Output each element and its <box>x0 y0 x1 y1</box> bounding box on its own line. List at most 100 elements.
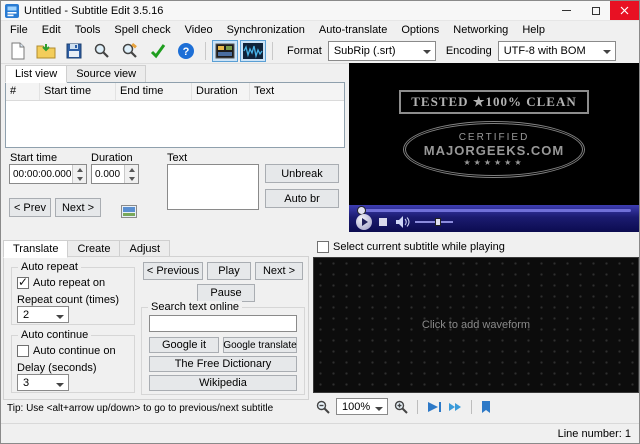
text-label: Text <box>167 152 188 164</box>
repeat-count-combobox[interactable]: 2 <box>17 306 69 323</box>
minimize-button[interactable] <box>552 1 581 20</box>
save-icon <box>66 43 82 59</box>
video-view-icon <box>215 43 235 59</box>
subtitle-list-body[interactable] <box>6 101 344 147</box>
menu-options[interactable]: Options <box>394 22 446 38</box>
play-cursor-icon[interactable] <box>426 400 442 414</box>
video-display[interactable]: TESTED ★100% CLEAN CERTIFIED MAJORGEEKS.… <box>349 63 639 205</box>
waveform-zoom-combobox[interactable]: 100% <box>336 398 388 415</box>
waveform-placeholder: Click to add waveform <box>421 319 531 331</box>
find-button[interactable] <box>89 40 115 62</box>
start-time-value[interactable]: 00:00:00.000 <box>10 165 72 183</box>
spin-up-icon[interactable] <box>73 165 86 174</box>
volume-icon[interactable] <box>395 216 410 228</box>
tab-source-view[interactable]: Source view <box>66 65 147 83</box>
menu-edit[interactable]: Edit <box>35 22 68 38</box>
toggle-video-button[interactable] <box>212 40 238 62</box>
new-file-button[interactable] <box>5 40 31 62</box>
search-online-group-label: Search text online <box>148 301 243 313</box>
next-subtitle-button[interactable]: Next > <box>55 198 101 217</box>
svg-text:?: ? <box>183 46 190 58</box>
help-button[interactable]: ? <box>173 40 199 62</box>
zoom-out-icon[interactable] <box>315 399 331 415</box>
stop-button[interactable] <box>379 218 387 226</box>
auto-repeat-checkbox[interactable] <box>17 275 29 289</box>
google-translate-button[interactable]: Google translate <box>223 337 297 353</box>
delay-combobox[interactable]: 3 <box>17 374 69 391</box>
wikipedia-button[interactable]: Wikipedia <box>149 375 297 391</box>
start-time-label: Start time <box>10 152 58 164</box>
pause-button[interactable]: Pause <box>197 284 255 302</box>
seek-forward-icon[interactable] <box>447 400 463 414</box>
free-dictionary-button[interactable]: The Free Dictionary <box>149 356 297 372</box>
auto-br-button[interactable]: Auto br <box>265 189 339 208</box>
seek-bar[interactable] <box>357 206 631 215</box>
encoding-value: UTF-8 with BOM <box>503 45 586 57</box>
search-text-input[interactable] <box>149 315 297 332</box>
subtitle-list[interactable]: # Start time End time Duration Text <box>5 82 345 148</box>
column-start-time[interactable]: Start time <box>40 83 116 100</box>
menu-video[interactable]: Video <box>178 22 220 38</box>
column-duration[interactable]: Duration <box>192 83 250 100</box>
toggle-waveform-button[interactable] <box>240 40 266 62</box>
previous-button[interactable]: < Previous <box>143 262 203 280</box>
google-it-button[interactable]: Google it <box>149 337 219 353</box>
menu-bar: File Edit Tools Spell check Video Synchr… <box>1 21 639 39</box>
watermark-tested: TESTED ★100% CLEAN <box>399 90 589 114</box>
watermark-site: MAJORGEEKS.COM <box>423 143 565 158</box>
duration-field[interactable]: 0.000 <box>91 164 139 184</box>
start-time-field[interactable]: 00:00:00.000 <box>9 164 87 184</box>
maximize-button[interactable] <box>581 1 610 20</box>
auto-continue-checkbox[interactable] <box>17 345 29 357</box>
menu-spell-check[interactable]: Spell check <box>107 22 177 38</box>
tip-text: Tip: Use <alt+arrow up/down> to go to pr… <box>7 403 274 414</box>
menu-help[interactable]: Help <box>515 22 552 38</box>
delay-label: Delay (seconds) <box>17 362 97 374</box>
tab-translate[interactable]: Translate <box>3 240 69 258</box>
misc-tool-icon[interactable] <box>121 205 137 218</box>
waveform-area[interactable]: Click to add waveform <box>313 257 639 393</box>
play-button-panel[interactable]: Play <box>207 262 251 280</box>
save-button[interactable] <box>61 40 87 62</box>
zoom-in-icon[interactable] <box>393 399 409 415</box>
spin-down-icon[interactable] <box>125 174 138 183</box>
spell-check-button[interactable] <box>145 40 171 62</box>
spin-down-icon[interactable] <box>73 174 86 183</box>
prev-subtitle-button[interactable]: < Prev <box>9 198 51 217</box>
unbreak-button[interactable]: Unbreak <box>265 164 339 183</box>
menu-synchronization[interactable]: Synchronization <box>220 22 312 38</box>
start-time-spinner <box>72 165 86 183</box>
menu-auto-translate[interactable]: Auto-translate <box>312 22 394 38</box>
replace-icon <box>122 42 137 58</box>
format-combobox[interactable]: SubRip (.srt) <box>327 41 436 61</box>
repeat-count-value: 2 <box>23 308 30 321</box>
close-button[interactable] <box>610 1 639 20</box>
waveform-view-icon <box>243 43 263 59</box>
column-number[interactable]: # <box>6 83 40 100</box>
select-subtitle-checkbox-row: Select current subtitle while playing <box>317 241 505 253</box>
minimize-icon <box>562 10 571 11</box>
subtitle-text-input[interactable] <box>167 164 259 210</box>
spell-check-icon <box>150 44 166 59</box>
column-end-time[interactable]: End time <box>116 83 192 100</box>
next-button-panel[interactable]: Next > <box>255 262 303 280</box>
play-button[interactable] <box>356 214 372 230</box>
select-subtitle-checkbox[interactable] <box>317 241 329 253</box>
auto-repeat-checkbox-row: Auto repeat on <box>17 275 105 289</box>
duration-value[interactable]: 0.000 <box>92 165 124 183</box>
encoding-combobox[interactable]: UTF-8 with BOM <box>497 41 616 61</box>
menu-tools[interactable]: Tools <box>68 22 108 38</box>
spin-up-icon[interactable] <box>125 165 138 174</box>
volume-slider[interactable] <box>415 218 453 226</box>
volume-thumb[interactable] <box>435 218 441 226</box>
watermark-certified: CERTIFIED <box>458 132 530 143</box>
menu-file[interactable]: File <box>3 22 35 38</box>
column-text[interactable]: Text <box>250 83 344 100</box>
view-tabstrip: List view Source view <box>5 65 147 83</box>
menu-networking[interactable]: Networking <box>446 22 515 38</box>
tab-list-view[interactable]: List view <box>5 65 68 83</box>
bookmark-icon[interactable] <box>480 400 492 414</box>
auto-continue-checkbox-label: Auto continue on <box>33 345 116 357</box>
replace-button[interactable] <box>117 40 143 62</box>
open-file-button[interactable] <box>33 40 59 62</box>
